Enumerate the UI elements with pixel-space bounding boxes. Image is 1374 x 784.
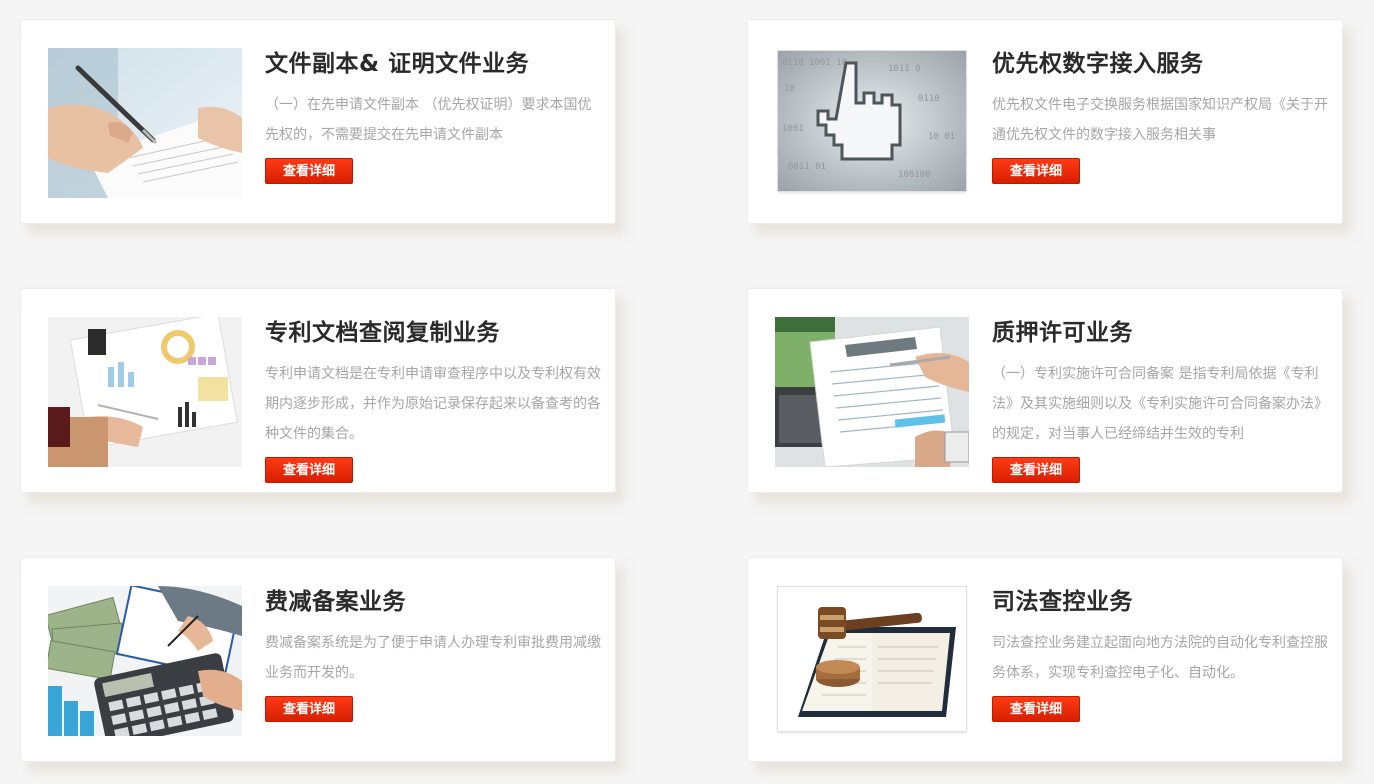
card-title[interactable]: 司法查控业务 xyxy=(992,586,1328,618)
charts-on-desk-photo[interactable] xyxy=(48,317,242,467)
svg-text:1001: 1001 xyxy=(782,124,804,134)
service-card: 专利文档查阅复制业务 专利申请文档是在专利申请审查程序中以及专利权有效期内逐步形… xyxy=(20,288,616,493)
financial-report-pen-photo[interactable] xyxy=(775,317,969,467)
svg-text:1011 0: 1011 0 xyxy=(888,64,921,74)
card-title[interactable]: 专利文档查阅复制业务 xyxy=(265,317,601,349)
gavel-on-book-photo[interactable] xyxy=(778,587,966,731)
pixel-hand-cursor-binary-photo[interactable]: 0110 1001 10 1011 0 10 0110 1001 10 01 0011… xyxy=(778,51,966,191)
card-description: 司法查控业务建立起面向地方法院的自动化专利查控服务体系，实现专利查控电子化、自动… xyxy=(992,635,1328,681)
service-card: 文件副本& 证明文件业务 （一）在先申请文件副本 （优先权证明）要求本国优先权的… xyxy=(20,19,616,224)
card-description: 费减备案系统是为了便于申请人办理专利审批费用减缴业务而开发的。 xyxy=(265,635,601,681)
card-title[interactable]: 质押许可业务 xyxy=(992,317,1328,349)
service-card: 质押许可业务 （一）专利实施许可合同备案 是指专利局依据《专利法》及其实施细则以… xyxy=(747,288,1343,493)
view-details-button[interactable]: 查看详细 xyxy=(265,696,353,722)
svg-text:0110: 0110 xyxy=(918,94,940,104)
card-title[interactable]: 优先权数字接入服务 xyxy=(992,48,1328,80)
view-details-button[interactable]: 查看详细 xyxy=(992,158,1080,184)
svg-text:0110 1001 10: 0110 1001 10 xyxy=(782,58,847,68)
service-card: 司法查控业务 司法查控业务建立起面向地方法院的自动化专利查控服务体系，实现专利查… xyxy=(747,557,1343,762)
card-title[interactable]: 文件副本& 证明文件业务 xyxy=(265,48,601,80)
svg-text:10 01: 10 01 xyxy=(928,132,955,142)
card-description: 专利申请文档是在专利申请审查程序中以及专利权有效期内逐步形成，并作为原始记录保存… xyxy=(265,366,601,442)
view-details-button[interactable]: 查看详细 xyxy=(992,457,1080,483)
svg-text:100100: 100100 xyxy=(898,170,931,180)
card-description: （一）专利实施许可合同备案 是指专利局依据《专利法》及其实施细则以及《专利实施许… xyxy=(992,366,1328,442)
card-title[interactable]: 费减备案业务 xyxy=(265,586,601,618)
card-description: （一）在先申请文件副本 （优先权证明）要求本国优先权的，不需要提交在先申请文件副… xyxy=(265,97,592,143)
calculator-money-photo[interactable] xyxy=(48,586,242,736)
pen-signing-document-photo[interactable] xyxy=(48,48,242,198)
view-details-button[interactable]: 查看详细 xyxy=(265,158,353,184)
service-card: 费减备案业务 费减备案系统是为了便于申请人办理专利审批费用减缴业务而开发的。 查… xyxy=(20,557,616,762)
view-details-button[interactable]: 查看详细 xyxy=(992,696,1080,722)
view-details-button[interactable]: 查看详细 xyxy=(265,457,353,483)
service-card: 0110 1001 10 1011 0 10 0110 1001 10 01 0011… xyxy=(747,19,1343,224)
svg-text:0011 01: 0011 01 xyxy=(788,162,826,172)
card-description: 优先权文件电子交换服务根据国家知识产权局《关于开通优先权文件的数字接入服务相关事 xyxy=(992,97,1328,143)
svg-text:10: 10 xyxy=(784,84,795,94)
